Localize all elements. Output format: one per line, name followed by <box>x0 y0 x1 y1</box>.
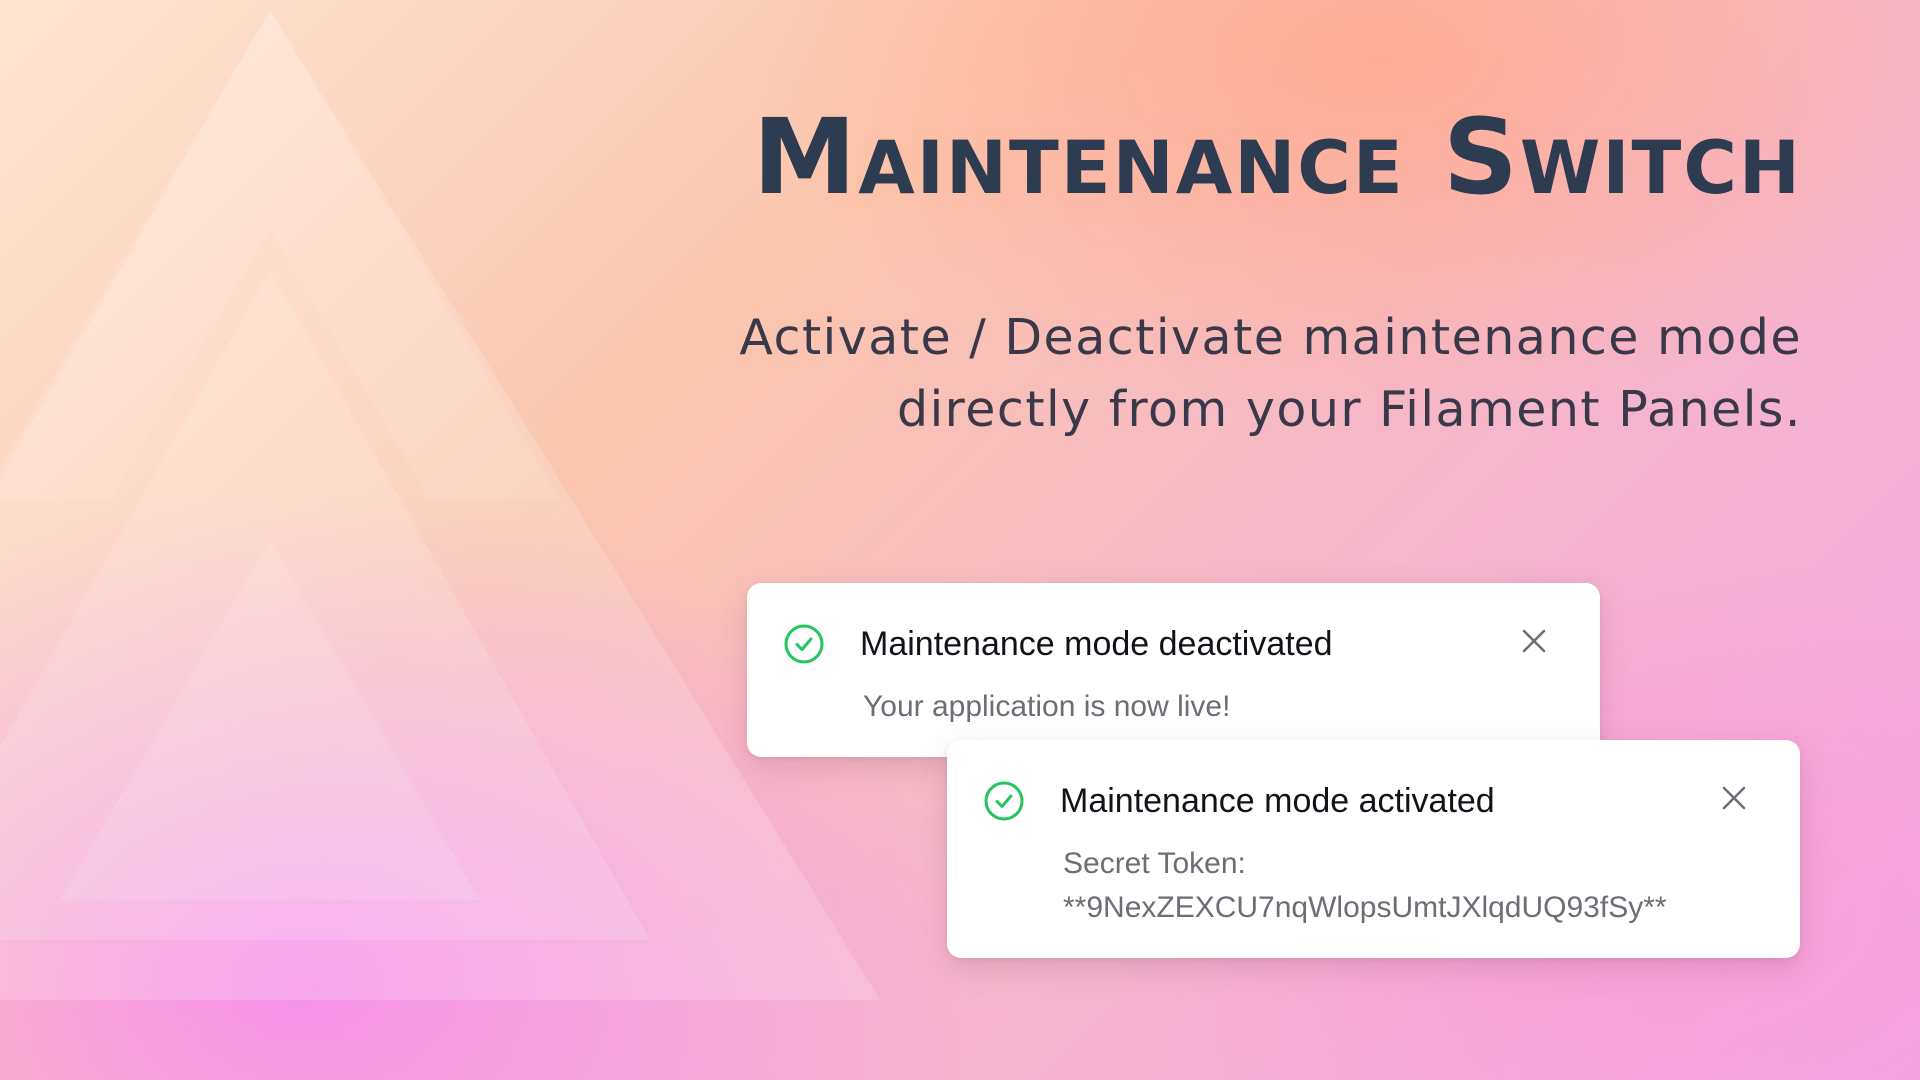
notification-body: Your application is now live! <box>863 690 1231 723</box>
notification-title: Maintenance mode activated <box>1060 782 1495 820</box>
page-subtitle: Activate / Deactivate maintenance mode di… <box>602 302 1802 446</box>
close-icon[interactable] <box>1718 782 1750 814</box>
notification-activated: Maintenance mode activated Secret Token:… <box>947 740 1800 958</box>
close-icon[interactable] <box>1518 625 1550 657</box>
notification-deactivated: Maintenance mode deactivated Your applic… <box>747 583 1600 757</box>
secret-token-value: **9NexZEXCU7nqWlopsUmtJXlqdUQ93fSy** <box>1063 891 1667 924</box>
check-circle-icon <box>984 781 1024 821</box>
subtitle-line-1: Activate / Deactivate maintenance mode <box>739 309 1802 366</box>
page-title: Maintenance Switch <box>752 96 1802 218</box>
notification-title: Maintenance mode deactivated <box>860 625 1333 663</box>
notification-body: Secret Token: **9NexZEXCU7nqWlopsUmtJXlq… <box>1063 842 1667 930</box>
check-circle-icon <box>784 624 824 664</box>
secret-token-label: Secret Token: <box>1063 847 1246 880</box>
subtitle-line-2: directly from your Filament Panels. <box>896 381 1802 438</box>
